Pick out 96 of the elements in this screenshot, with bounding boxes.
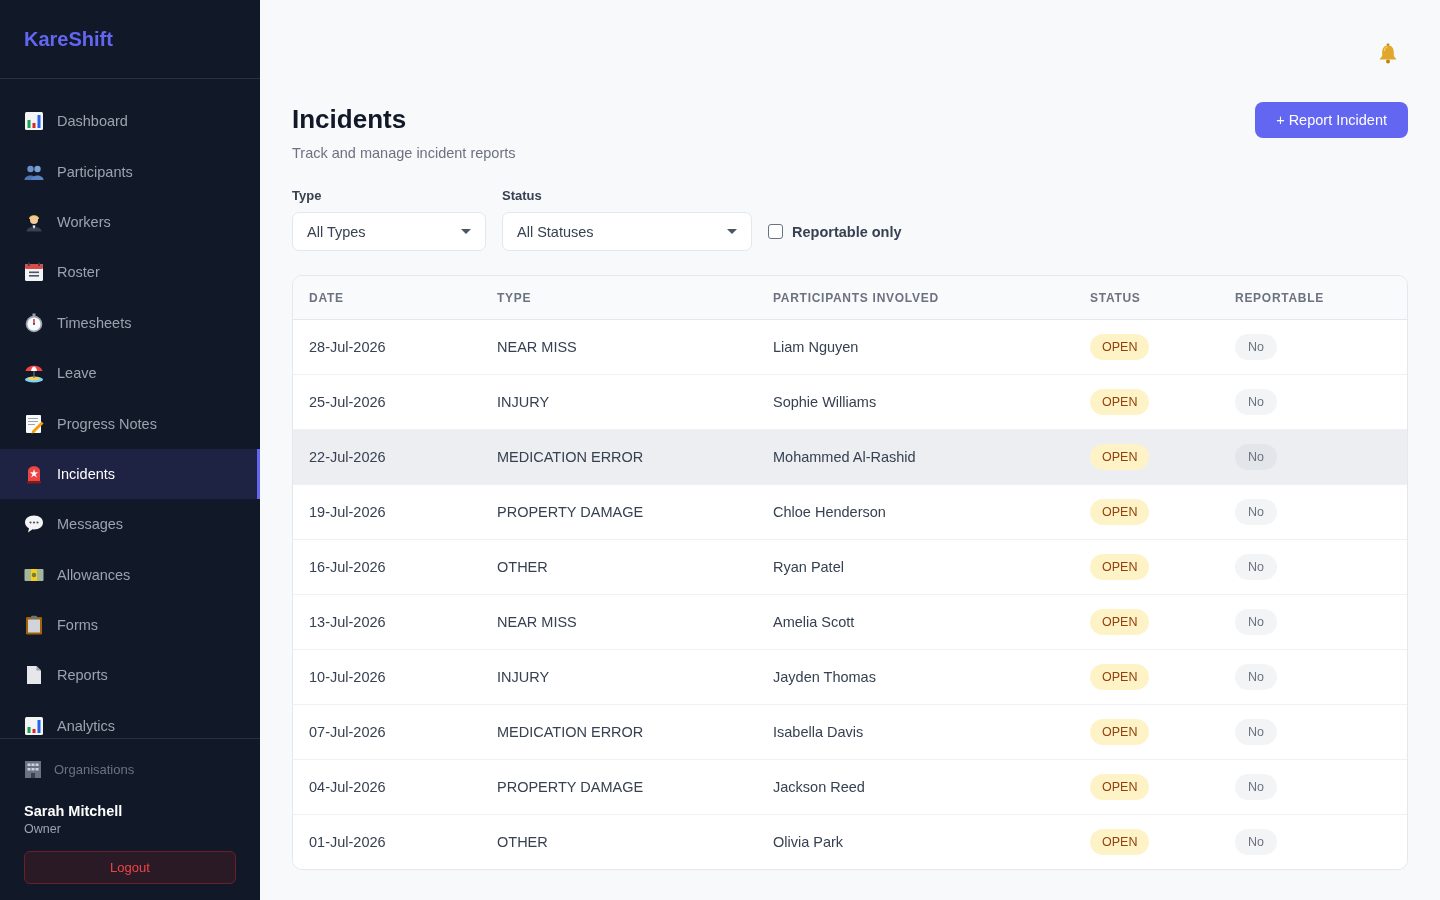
column-header: TYPE	[496, 290, 533, 305]
page-title: Incidents	[292, 103, 408, 135]
participant-cell-text: Mohammed Al-Rashid	[772, 449, 917, 465]
calendar-icon	[24, 262, 44, 283]
type-cell-text: MEDICATION ERROR	[496, 724, 645, 740]
reportable-badge: No	[1235, 774, 1277, 800]
date-cell-text: 13-Jul-2026	[308, 614, 387, 630]
date-cell-text: 19-Jul-2026	[308, 504, 387, 520]
organisations-link[interactable]: Organisations	[54, 761, 135, 777]
app-logo: KareShift	[24, 27, 113, 51]
participant-cell-text: Jackson Reed	[772, 779, 866, 795]
participant-cell-text: Isabella Davis	[772, 724, 865, 740]
type-select[interactable]: All Types	[292, 212, 486, 251]
status-badge: OPEN	[1090, 554, 1150, 580]
nav-item[interactable]: Allowances	[0, 549, 260, 600]
building-icon	[24, 760, 42, 778]
status-badge: OPEN	[1090, 664, 1150, 690]
reportable-badge: No	[1235, 499, 1277, 525]
participant-cell-text: Liam Nguyen	[772, 339, 860, 355]
reportable-badge: No	[1235, 554, 1277, 580]
status-badge: OPEN	[1090, 499, 1150, 525]
memo-pencil-icon	[24, 413, 44, 434]
caret-icon	[461, 229, 471, 234]
column-header: PARTICIPANTS INVOLVED	[772, 290, 940, 305]
user-role: Owner	[24, 822, 62, 837]
bar-chart-icon	[24, 111, 44, 132]
status-badge: OPEN	[1090, 829, 1150, 855]
type-cell-text: INJURY	[496, 669, 551, 685]
type-cell-text: PROPERTY DAMAGE	[496, 504, 645, 520]
participant-cell-text: Sophie Williams	[772, 394, 878, 410]
participant-cell-text: Amelia Scott	[772, 614, 856, 630]
nav-item[interactable]: Analytics	[0, 700, 260, 738]
reportable-badge: No	[1235, 829, 1277, 855]
date-cell-text: 28-Jul-2026	[308, 339, 387, 355]
type-cell-text: NEAR MISS	[496, 339, 578, 355]
beach-umbrella-icon	[24, 363, 44, 384]
type-cell-text: OTHER	[496, 834, 549, 850]
report-incident-button[interactable]: + Report Incident	[1255, 102, 1408, 138]
status-badge: OPEN	[1090, 719, 1150, 745]
nav-item[interactable]: Leave	[0, 347, 260, 399]
filter-label: Type	[292, 188, 323, 204]
nav-item[interactable]: Forms	[0, 599, 260, 651]
date-cell-text: 16-Jul-2026	[308, 559, 387, 575]
reportable-badge: No	[1235, 444, 1277, 470]
caret-icon	[727, 229, 737, 234]
reportable-badge: No	[1235, 719, 1277, 745]
speech-bubble-icon	[24, 514, 44, 535]
stopwatch-icon	[24, 312, 44, 333]
date-cell-text: 25-Jul-2026	[308, 394, 387, 410]
status-badge: OPEN	[1090, 334, 1150, 360]
nav-item[interactable]: Roster	[0, 247, 260, 298]
status-select[interactable]: All Statuses	[502, 212, 752, 251]
status-badge: OPEN	[1090, 389, 1150, 415]
bar-chart-icon	[24, 715, 44, 736]
filter-label: Status	[502, 188, 543, 204]
participant-cell-text: Jayden Thomas	[772, 669, 877, 685]
clipboard-icon	[24, 615, 44, 636]
reportable-badge: No	[1235, 664, 1277, 690]
bell-icon[interactable]	[1378, 43, 1398, 64]
status-badge: OPEN	[1090, 774, 1150, 800]
status-badge: OPEN	[1090, 444, 1150, 470]
date-cell-text: 01-Jul-2026	[308, 834, 387, 850]
nav-item[interactable]: Reports	[0, 650, 260, 701]
nav-item[interactable]: Dashboard	[0, 96, 260, 147]
type-cell-text: PROPERTY DAMAGE	[496, 779, 645, 795]
nav-item[interactable]: Progress Notes	[0, 398, 260, 449]
page-subtitle: Track and manage incident reports	[292, 144, 516, 163]
checkbox[interactable]	[768, 224, 783, 239]
column-header: DATE	[308, 290, 345, 305]
logout-button[interactable]: Logout	[24, 851, 236, 884]
document-icon	[24, 665, 44, 686]
date-cell-text: 10-Jul-2026	[308, 669, 387, 685]
date-cell-text: 07-Jul-2026	[308, 724, 387, 740]
date-cell-text: 04-Jul-2026	[308, 779, 387, 795]
column-header: REPORTABLE	[1234, 290, 1325, 305]
nav-item[interactable]: Incidents	[0, 448, 260, 500]
user-name: Sarah Mitchell	[24, 803, 124, 820]
type-cell-text: NEAR MISS	[496, 614, 578, 630]
date-cell-text: 22-Jul-2026	[308, 449, 387, 465]
checkbox-label[interactable]: Reportable only	[792, 223, 902, 240]
type-cell-text: INJURY	[496, 394, 551, 410]
nav-item[interactable]: Workers	[0, 196, 260, 248]
status-badge: OPEN	[1090, 609, 1150, 635]
reportable-badge: No	[1235, 334, 1277, 360]
reportable-badge: No	[1235, 609, 1277, 635]
reportable-badge: No	[1235, 389, 1277, 415]
participant-cell-text: Olivia Park	[772, 834, 845, 850]
participant-cell-text: Ryan Patel	[772, 559, 845, 575]
siren-icon	[24, 463, 44, 484]
participant-cell-text: Chloe Henderson	[772, 504, 887, 520]
type-cell-text: OTHER	[496, 559, 549, 575]
type-cell-text: MEDICATION ERROR	[496, 449, 645, 465]
nav-item[interactable]: Timesheets	[0, 297, 260, 348]
column-header: STATUS	[1089, 290, 1142, 305]
nav-item[interactable]: Messages	[0, 499, 260, 550]
nav-item[interactable]: Participants	[0, 146, 260, 197]
